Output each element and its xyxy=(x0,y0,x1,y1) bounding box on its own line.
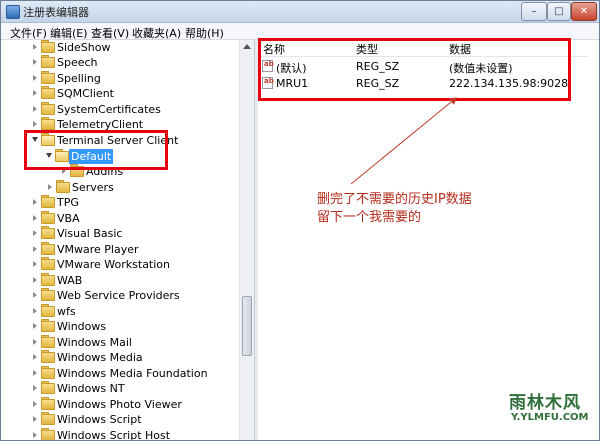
watermark-url: Y.YLMFU.COM xyxy=(511,412,589,423)
watermark-logo-text: 雨林木风 xyxy=(509,393,581,413)
annotation-line-2: 留下一个我需要的 xyxy=(317,210,422,225)
site-watermark: 雨林木风 Y.YLMFU.COM xyxy=(509,386,595,438)
annotation-text: 删完了不需要的历史IP数据 留下一个我需要的 xyxy=(317,191,472,227)
annotation-line-1: 删完了不需要的历史IP数据 xyxy=(317,192,472,207)
registry-editor-window: 注册表编辑器 – □ ✕ 文件(F) 编辑(E) 查看(V) 收藏夹(A) 帮助… xyxy=(0,0,600,441)
annotation-arrow-icon xyxy=(350,97,457,185)
